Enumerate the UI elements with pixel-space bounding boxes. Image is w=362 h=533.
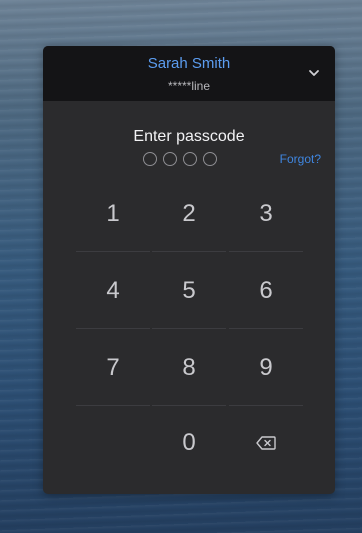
passcode-dot [203, 152, 217, 166]
key-8[interactable]: 8 [151, 339, 227, 397]
key-divider [229, 405, 303, 406]
passcode-dots [143, 152, 217, 168]
key-divider [152, 251, 226, 252]
key-6[interactable]: 6 [228, 262, 304, 320]
passcode-dot [163, 152, 177, 166]
chevron-down-icon[interactable] [307, 66, 321, 80]
key-3[interactable]: 3 [228, 185, 304, 243]
key-divider [229, 328, 303, 329]
key-divider [76, 328, 150, 329]
account-masked-id: *****line [167, 79, 211, 93]
forgot-passcode-link[interactable]: Forgot? [280, 152, 321, 166]
account-selector[interactable]: Sarah Smith *****line [43, 46, 335, 101]
key-9[interactable]: 9 [228, 339, 304, 397]
account-name: Sarah Smith [147, 55, 231, 72]
delete-key[interactable] [228, 414, 304, 472]
key-0[interactable]: 0 [151, 414, 227, 472]
key-5[interactable]: 5 [151, 262, 227, 320]
passcode-prompt: Enter passcode [133, 128, 245, 145]
key-7[interactable]: 7 [75, 339, 151, 397]
passcode-panel: Sarah Smith *****line Enter passcode For… [43, 46, 335, 494]
key-divider [76, 251, 150, 252]
key-4[interactable]: 4 [75, 262, 151, 320]
key-divider [152, 328, 226, 329]
key-2[interactable]: 2 [151, 185, 227, 243]
key-divider [229, 251, 303, 252]
key-divider [152, 405, 226, 406]
passcode-dot [143, 152, 157, 166]
passcode-dot [183, 152, 197, 166]
key-1[interactable]: 1 [75, 185, 151, 243]
key-divider [76, 405, 150, 406]
backspace-icon [256, 436, 276, 450]
